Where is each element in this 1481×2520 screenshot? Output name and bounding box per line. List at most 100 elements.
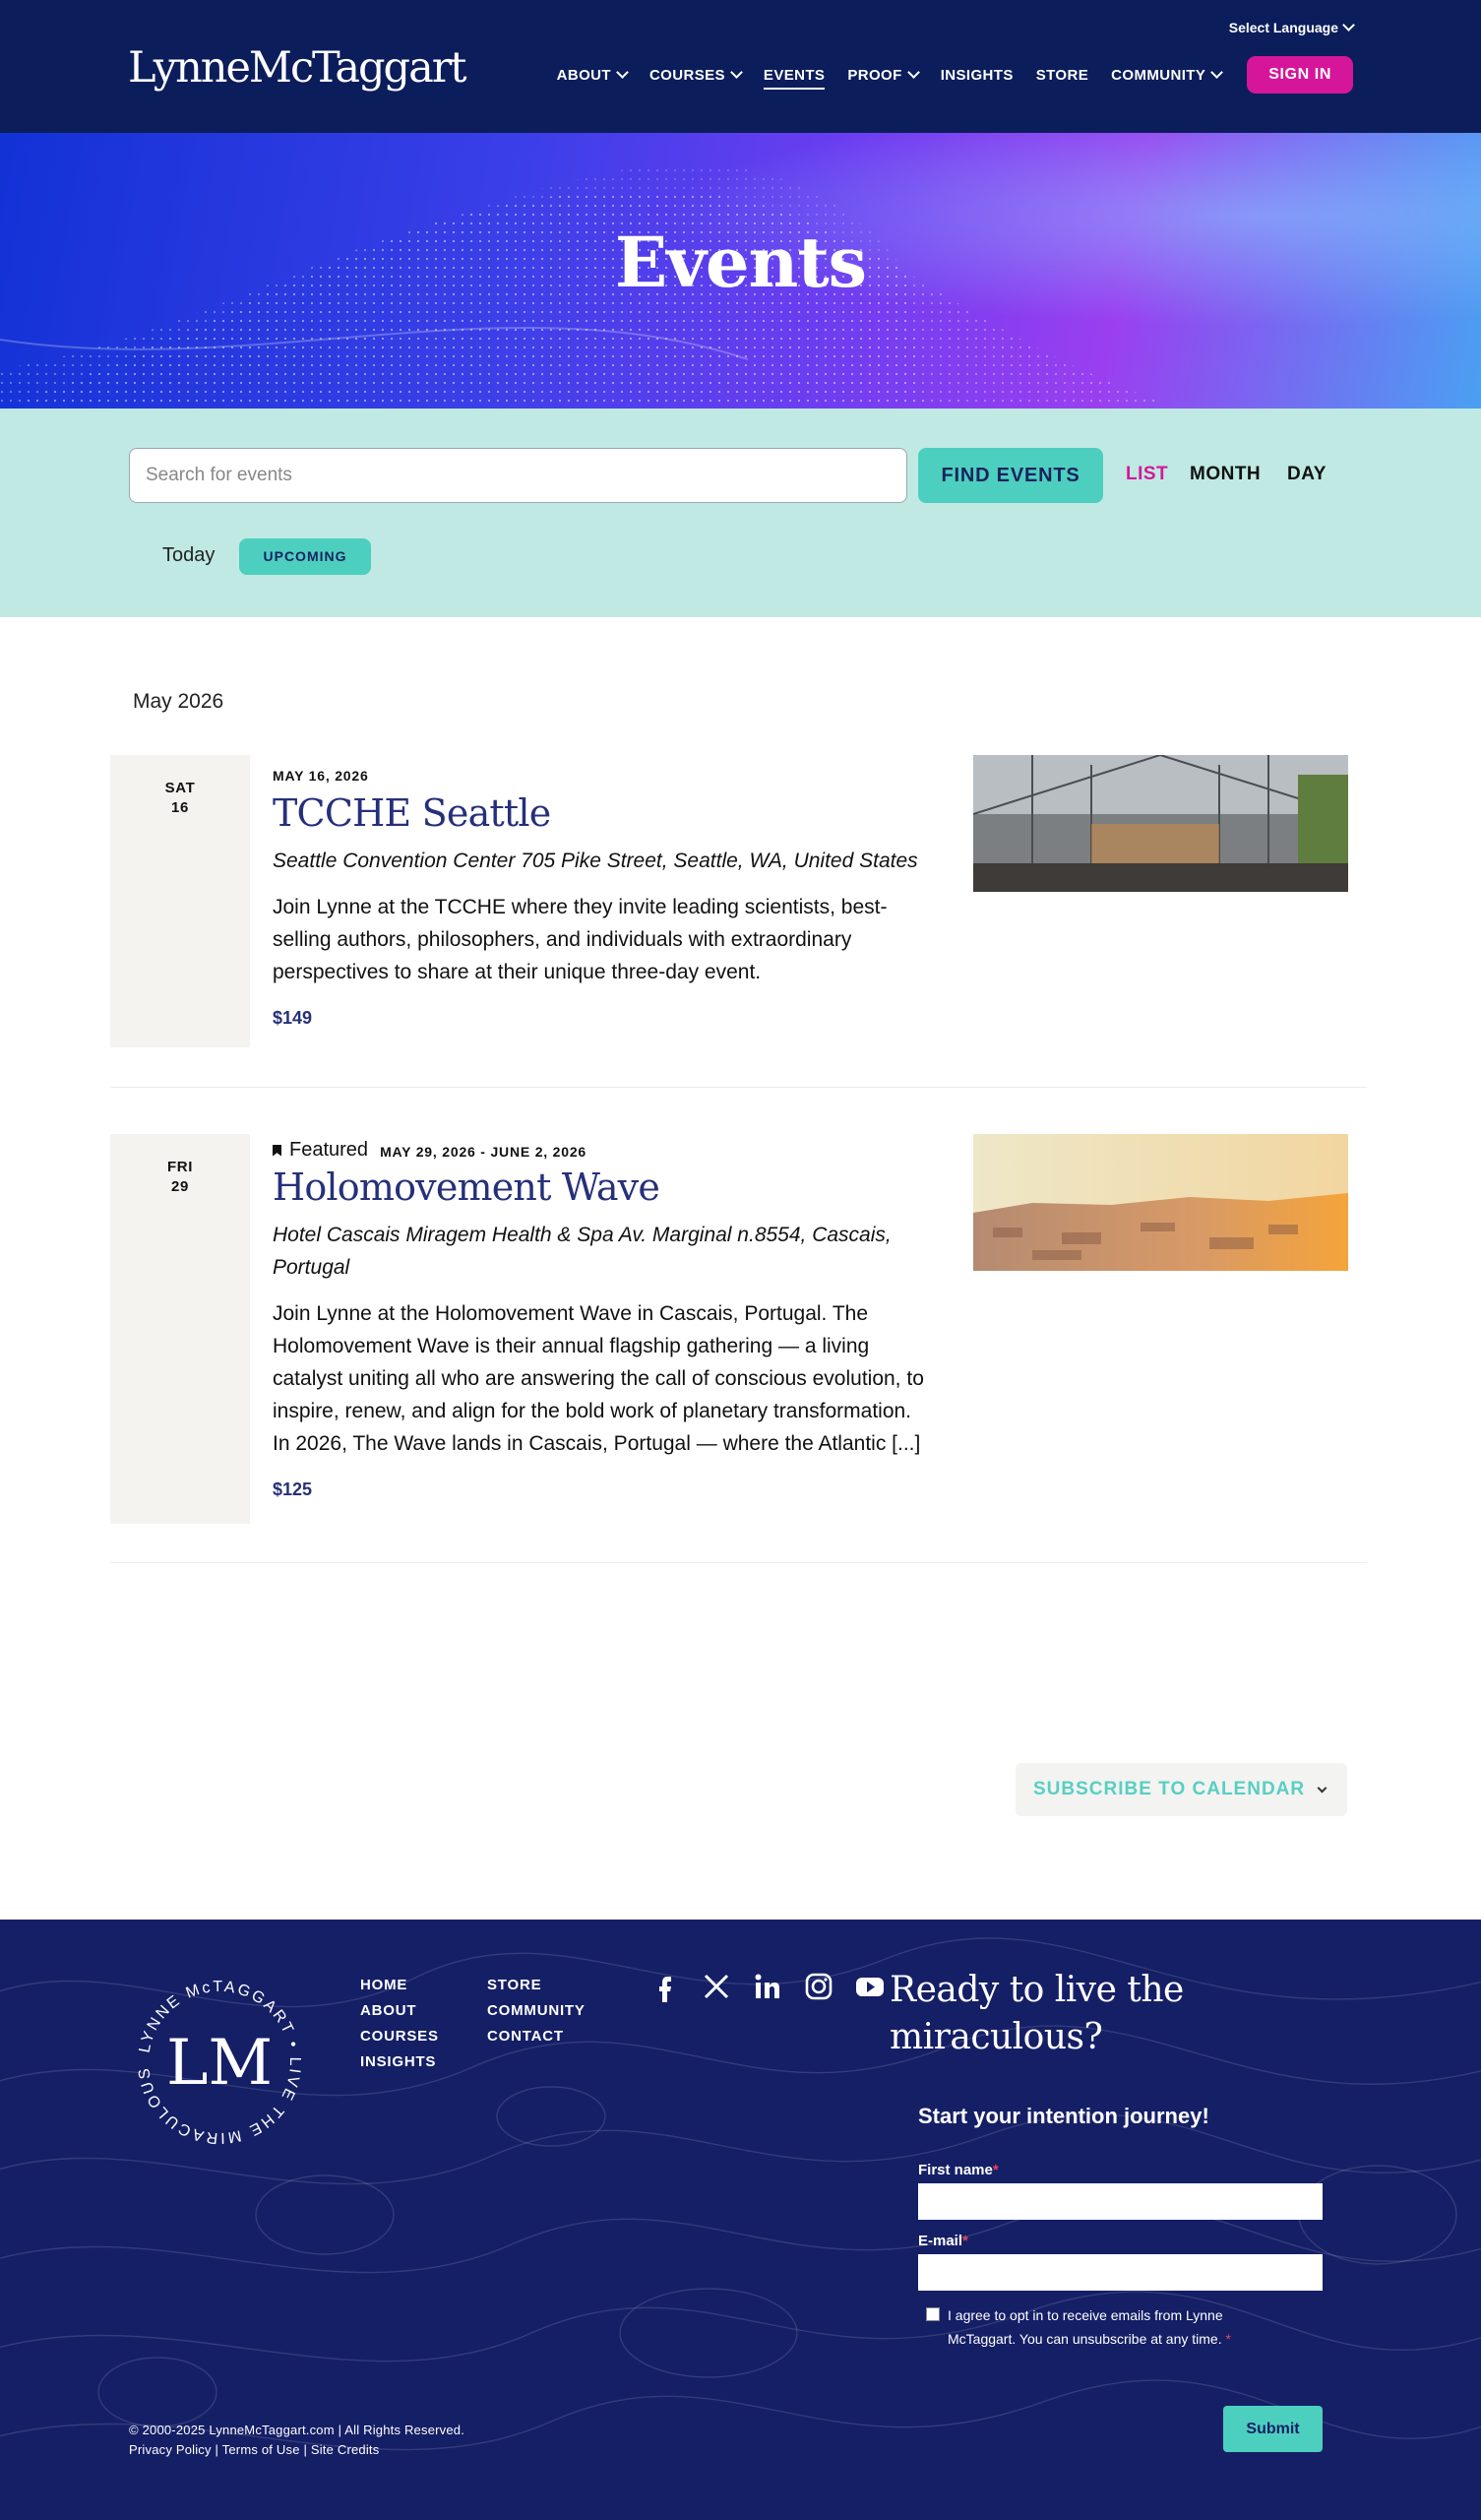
footer-badge-logo[interactable]: LYNNE McTAGGART • LIVE THE MIRACULOUS • … [131, 1974, 308, 2151]
nav-label: PROOF [847, 66, 902, 84]
site-footer: LYNNE McTAGGART • LIVE THE MIRACULOUS • … [0, 1920, 1481, 2520]
main-nav: ABOUT COURSES EVENTS PROOF INSIGHTS STOR… [557, 56, 1353, 94]
first-name-label: First name* [918, 2162, 999, 2178]
required-mark: * [1225, 2331, 1231, 2347]
event-title-link[interactable]: TCCHE Seattle [273, 791, 932, 835]
submit-button[interactable]: Submit [1223, 2406, 1323, 2452]
hero-banner: Events [0, 133, 1481, 409]
chevron-down-icon [1317, 1783, 1327, 1793]
nav-label: EVENTS [763, 66, 826, 84]
youtube-icon[interactable] [854, 1971, 886, 2002]
footer-link-insights[interactable]: INSIGHTS [360, 2053, 439, 2070]
copyright-text: © 2000-2025 LynneMcTaggart.com | All Rig… [129, 2423, 465, 2437]
chevron-down-icon [1342, 19, 1355, 32]
footer-link-community[interactable]: COMMUNITY [487, 2002, 586, 2019]
opt-in-checkbox[interactable] [926, 2307, 940, 2321]
bookmark-icon [273, 1144, 281, 1157]
view-tab-day[interactable]: DAY [1287, 464, 1327, 485]
chevron-down-icon [1210, 66, 1224, 79]
email-field[interactable] [918, 2254, 1323, 2291]
first-name-field[interactable] [918, 2183, 1323, 2220]
event-image-cascais[interactable] [973, 1134, 1348, 1271]
legal-links[interactable]: Privacy Policy | Terms of Use | Site Cre… [129, 2440, 464, 2460]
cascais-photo [973, 1134, 1348, 1271]
event-price: $149 [273, 1008, 313, 1028]
nav-label: INSIGHTS [940, 66, 1014, 84]
nav-item-proof[interactable]: PROOF [847, 66, 920, 84]
required-mark: * [962, 2233, 968, 2249]
event-weekday: FRI [167, 1159, 193, 1175]
featured-badge: Featured [273, 1139, 368, 1162]
event-item: FRI 29 Featured MAY 29, 2026 - JUNE 2, 2… [110, 1134, 1367, 1563]
chevron-down-icon [616, 66, 629, 79]
event-body: MAY 16, 2026 TCCHE Seattle Seattle Conve… [273, 768, 932, 1029]
footer-links-col1: HOME ABOUT COURSES INSIGHTS [360, 1977, 439, 2070]
view-tab-list[interactable]: LIST [1126, 464, 1168, 485]
event-search-input[interactable] [129, 448, 907, 503]
linkedin-icon[interactable] [752, 1971, 783, 2002]
event-meta: MAY 16, 2026 [273, 768, 932, 784]
event-date-box: FRI 29 [110, 1134, 250, 1524]
page-title: Events [614, 221, 867, 303]
event-description: Join Lynne at the Holomovement Wave in C… [273, 1302, 924, 1455]
event-weekday: SAT [164, 780, 196, 796]
nav-item-community[interactable]: COMMUNITY [1111, 66, 1224, 84]
event-body: Featured MAY 29, 2026 - JUNE 2, 2026 Hol… [273, 1139, 932, 1500]
event-date: MAY 16, 2026 [273, 768, 369, 784]
x-icon[interactable] [701, 1971, 732, 2002]
language-label: Select Language [1228, 20, 1338, 35]
nav-item-insights[interactable]: INSIGHTS [941, 67, 1014, 84]
event-venue: Hotel Cascais Miragem Health & Spa Av. M… [273, 1224, 892, 1279]
badge-monogram: LM [166, 2027, 273, 2100]
required-mark: * [992, 2162, 999, 2178]
label-text: E-mail [918, 2233, 963, 2249]
instagram-icon[interactable] [803, 1971, 834, 2002]
footer-link-home[interactable]: HOME [360, 1977, 439, 1993]
footer-legal: © 2000-2025 LynneMcTaggart.com | All Rig… [129, 2421, 464, 2460]
footer-link-about[interactable]: ABOUT [360, 2002, 439, 2019]
event-venue: Seattle Convention Center 705 Pike Stree… [273, 850, 918, 872]
footer-links-col2: STORE COMMUNITY CONTACT [487, 1977, 586, 2045]
form-title: Start your intention journey! [918, 2104, 1209, 2128]
nav-item-about[interactable]: ABOUT [556, 66, 629, 84]
nav-label: STORE [1035, 66, 1089, 84]
chevron-down-icon [730, 66, 743, 79]
event-image-seattle[interactable] [973, 755, 1348, 892]
language-selector[interactable]: Select Language [1228, 19, 1355, 35]
event-day: 16 [171, 799, 189, 816]
nav-item-events[interactable]: EVENTS [763, 66, 826, 90]
sign-in-button[interactable]: SIGN IN [1247, 56, 1353, 94]
event-item: SAT 16 MAY 16, 2026 TCCHE Seattle Seattl… [110, 755, 1367, 1088]
month-heading: May 2026 [133, 690, 224, 713]
email-label: E-mail* [918, 2233, 968, 2249]
featured-label: Featured [289, 1139, 369, 1161]
upcoming-button[interactable]: UPCOMING [239, 538, 371, 575]
footer-link-courses[interactable]: COURSES [360, 2028, 439, 2045]
nav-label: COURSES [648, 66, 725, 84]
subscribe-to-calendar-button[interactable]: SUBSCRIBE TO CALENDAR [1016, 1763, 1347, 1816]
event-meta: Featured MAY 29, 2026 - JUNE 2, 2026 [273, 1139, 932, 1162]
nav-label: COMMUNITY [1111, 66, 1206, 84]
events-filter-bar: FIND EVENTS LIST MONTH DAY Today UPCOMIN… [0, 409, 1481, 617]
consent-text: I agree to opt in to receive emails from… [948, 2307, 1223, 2347]
event-day: 29 [171, 1178, 189, 1195]
site-header: Select Language LynneMcTaggart ABOUT COU… [0, 0, 1481, 133]
nav-label: ABOUT [556, 66, 611, 84]
event-date-box: SAT 16 [110, 755, 250, 1047]
view-tab-month[interactable]: MONTH [1190, 464, 1261, 485]
event-date: MAY 29, 2026 - JUNE 2, 2026 [380, 1143, 587, 1160]
event-title-link[interactable]: Holomovement Wave [273, 1166, 932, 1209]
find-events-button[interactable]: FIND EVENTS [918, 448, 1103, 503]
footer-link-contact[interactable]: CONTACT [487, 2028, 586, 2045]
today-button[interactable]: Today [162, 544, 215, 567]
facebook-icon[interactable] [649, 1971, 681, 2002]
footer-cta-heading: Ready to live the miraculous? [890, 1970, 1184, 2057]
label-text: First name [918, 2162, 993, 2178]
opt-in-consent: I agree to opt in to receive emails from… [948, 2303, 1272, 2351]
nav-item-store[interactable]: STORE [1036, 67, 1088, 84]
footer-link-store[interactable]: STORE [487, 1977, 586, 1993]
convention-center-photo [973, 755, 1348, 892]
chevron-down-icon [906, 66, 920, 79]
site-logo[interactable]: LynneMcTaggart [128, 43, 467, 93]
nav-item-courses[interactable]: COURSES [648, 66, 743, 84]
